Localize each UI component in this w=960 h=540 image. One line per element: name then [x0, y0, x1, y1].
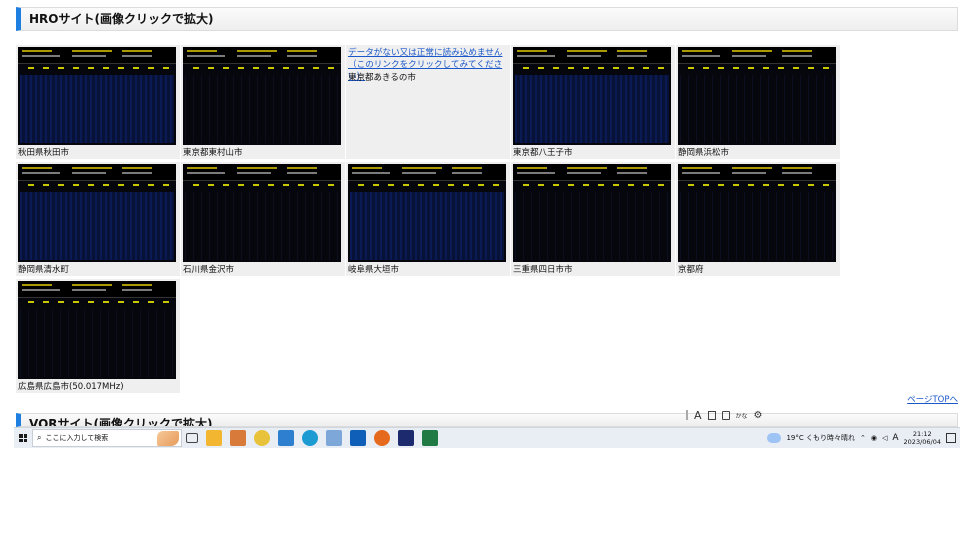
hro-thumbnail[interactable]: [348, 164, 506, 262]
search-icon: ⌕: [37, 433, 42, 442]
hro-thumbnail[interactable]: [18, 47, 176, 145]
excel-icon[interactable]: [422, 430, 438, 446]
system-tray: 19°C くもり時々晴れ ⌃ ◉ ◁ A 21:12 2023/06/04: [767, 430, 960, 446]
taskbar-search-placeholder: ここに入力して検索: [45, 434, 109, 442]
hro-thumbnail[interactable]: [678, 47, 836, 145]
station-label: 東京都東村山市: [183, 148, 243, 158]
taskbar-clock[interactable]: 21:12 2023/06/04: [904, 430, 941, 446]
station-label: 京都府: [678, 265, 704, 275]
notepad-icon[interactable]: [326, 430, 342, 446]
hro-thumbnail[interactable]: [183, 47, 341, 145]
hro-thumbnail[interactable]: [513, 47, 671, 145]
ime-grip-icon: [686, 410, 688, 420]
start-button[interactable]: [14, 429, 32, 447]
station-label: 秋田県秋田市: [18, 148, 70, 158]
ime-settings-icon[interactable]: ⚙: [754, 410, 763, 421]
terminal-app-icon[interactable]: [398, 430, 414, 446]
ime-mode-indicator[interactable]: A: [694, 409, 702, 422]
station-cell[interactable]: 東京都八王子市: [511, 45, 675, 159]
clock-date: 2023/06/04: [903, 438, 941, 446]
station-cell[interactable]: 石川県金沢市: [181, 162, 345, 276]
station-cell[interactable]: 京都府: [676, 162, 840, 276]
station-label: 静岡県清水町: [18, 265, 70, 275]
station-label: 三重県四日市市: [513, 265, 573, 275]
station-label: 岐阜県大垣市: [348, 265, 400, 275]
station-label: 東京都八王子市: [513, 148, 573, 158]
store-icon[interactable]: [278, 430, 294, 446]
station-label: 東京都あきるの市: [348, 73, 416, 83]
ime-kana-label[interactable]: かな: [736, 411, 748, 420]
vor-section-header: VORサイト(画像クリックで拡大): [16, 413, 958, 427]
file-explorer-icon[interactable]: [206, 430, 222, 446]
windows-taskbar: ⌕ ここに入力して検索 19°C くもり時々晴れ ⌃ ◉ ◁ A 21:12 2…: [14, 427, 960, 448]
firefox-icon[interactable]: [374, 430, 390, 446]
edge-icon[interactable]: [302, 430, 318, 446]
station-cell[interactable]: 三重県四日市市: [511, 162, 675, 276]
page-top-link[interactable]: ページTOPへ: [907, 393, 958, 405]
outlook-icon[interactable]: [350, 430, 366, 446]
station-cell[interactable]: 秋田県秋田市: [16, 45, 180, 159]
station-label: 広島県広島市(50.017MHz): [18, 382, 124, 392]
weather-cloud-icon: [767, 433, 782, 443]
hro-section-header: HROサイト(画像クリックで拡大): [16, 7, 958, 31]
station-cell[interactable]: 東京都東村山市: [181, 45, 345, 159]
ime-dictionary-icon[interactable]: [707, 410, 716, 420]
station-label: 石川県金沢市: [183, 265, 235, 275]
input-language-indicator[interactable]: A: [892, 433, 898, 443]
notification-icon[interactable]: [946, 433, 956, 443]
station-cell[interactable]: 静岡県清水町: [16, 162, 180, 276]
station-cell[interactable]: 静岡県浜松市: [676, 45, 840, 159]
ime-pad-icon[interactable]: [721, 410, 730, 420]
ime-toolbar: A かな ⚙: [686, 407, 774, 423]
station-cell[interactable]: 岐阜県大垣市: [346, 162, 510, 276]
station-label: 静岡県浜松市: [678, 148, 730, 158]
hro-thumbnail[interactable]: [18, 164, 176, 262]
task-view-icon[interactable]: [186, 433, 198, 443]
search-highlight-icon: [157, 431, 179, 446]
clock-time: 21:12: [912, 430, 932, 438]
volume-icon[interactable]: ◁: [882, 434, 887, 442]
hro-thumbnail[interactable]: [513, 164, 671, 262]
browser-chrome-icon[interactable]: [254, 430, 270, 446]
hro-thumbnail[interactable]: [18, 281, 176, 379]
taskbar-search-box[interactable]: ⌕ ここに入力して検索: [32, 429, 182, 447]
station-cell-nodata: データがない又は正常に読み込めません（このリンクをクリックしてみてください） 東…: [346, 45, 510, 159]
hro-thumbnail[interactable]: [183, 164, 341, 262]
windows-logo-icon: [19, 434, 27, 442]
network-icon[interactable]: ◉: [871, 434, 877, 442]
tray-chevron-up-icon[interactable]: ⌃: [860, 434, 866, 442]
station-cell[interactable]: 広島県広島市(50.017MHz): [16, 279, 180, 393]
media-player-icon[interactable]: [230, 430, 246, 446]
weather-text[interactable]: 19°C くもり時々晴れ: [786, 433, 855, 443]
hro-thumbnail[interactable]: [678, 164, 836, 262]
